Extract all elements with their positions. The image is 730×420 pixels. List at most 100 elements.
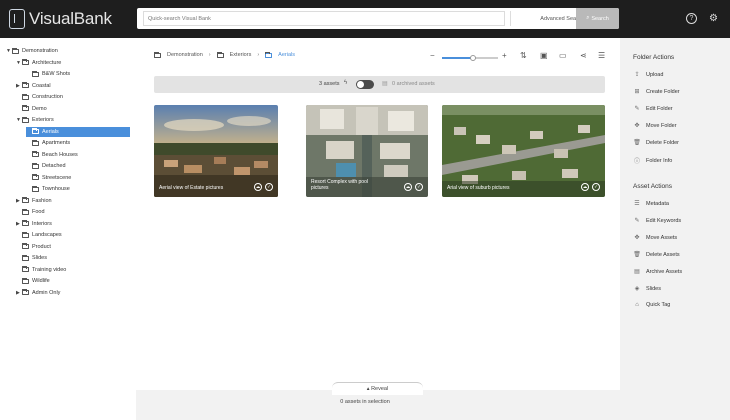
action-archive-assets[interactable]: ▤ Archive Assets [633, 268, 683, 276]
action-label: Edit Folder [646, 105, 673, 112]
action-label: Move Folder [646, 122, 677, 129]
tree-node[interactable]: Wildlife [16, 276, 50, 286]
tree-node[interactable]: ▶ Fashion [16, 196, 52, 206]
tree-node-label: Landscapes [32, 232, 62, 238]
folder-actions-title: Folder Actions [633, 54, 675, 61]
tree-node[interactable]: Apartments [26, 138, 70, 148]
slideshow-icon[interactable]: ▣ [540, 51, 548, 60]
menu-icon[interactable]: ☰ [598, 51, 605, 60]
folder-tree: ▼ Demonstration ▼ Architecture B&W Shots ▶ Coa… [0, 38, 136, 420]
action-slides[interactable]: ◈ Slides [633, 285, 661, 293]
check-icon[interactable]: ✓ [265, 183, 273, 191]
asset-card[interactable]: Aerial view of Estate pictures ☁ ✓ [154, 105, 278, 197]
logo[interactable]: VisualBank [9, 8, 112, 30]
tree-node[interactable]: Slides [16, 253, 47, 263]
tree-node-label: Interiors [32, 220, 52, 227]
tree-node[interactable]: ▼ Architecture [16, 58, 61, 68]
download-icon[interactable]: ☁ [581, 183, 589, 191]
slides-icon: ◈ [634, 286, 640, 292]
tree-node[interactable]: Product [16, 242, 51, 252]
tree-node[interactable]: Streetscene [26, 173, 71, 183]
action-upload[interactable]: ⇪ Upload [633, 71, 663, 79]
tree-node[interactable]: B&W Shots [26, 69, 70, 79]
folder-icon [22, 277, 29, 284]
action-label: Move Assets [646, 234, 678, 241]
tree-node[interactable]: Training video [16, 265, 66, 275]
folder-icon [22, 266, 29, 272]
folder-icon [22, 116, 29, 123]
trash-icon: 🗑 [633, 252, 641, 258]
folder-icon [22, 208, 29, 215]
chevron-up-icon: ▴ [366, 386, 370, 392]
tree-node[interactable]: ▼ Exteriors [16, 115, 54, 125]
bolt-icon: ϟ [344, 80, 348, 86]
tree-node[interactable]: Aerials [26, 126, 130, 137]
action-quick-tag[interactable]: ⌂ Quick Tag [633, 302, 670, 308]
check-icon[interactable]: ✓ [415, 183, 423, 191]
zoom-out-icon[interactable]: − [430, 51, 435, 60]
search-icon: ⌕ [586, 15, 590, 21]
app-header: VisualBank Advanced Search ⌕ Search ? ⚙ [0, 0, 730, 38]
zoom-slider[interactable] [442, 55, 498, 61]
gear-icon[interactable]: ⚙ [708, 13, 719, 24]
action-edit-keywords[interactable]: ✎ Edit Keywords [633, 217, 682, 225]
breadcrumb-item[interactable]: Exteriors [230, 52, 252, 58]
action-move-assets[interactable]: ✥ Move Assets [633, 234, 678, 242]
tree-node[interactable]: Landscapes [16, 230, 62, 240]
action-move-folder[interactable]: ✥ Move Folder [633, 122, 677, 130]
monitor-icon[interactable]: ▭ [559, 51, 567, 60]
reveal-button[interactable]: ▴ Reveal [332, 382, 423, 395]
check-icon[interactable]: ✓ [592, 183, 600, 191]
pencil-icon: ✎ [634, 106, 640, 112]
tree-node[interactable]: ▼ Demonstration [6, 46, 58, 56]
folder-icon [32, 174, 39, 180]
action-delete-assets[interactable]: 🗑 Delete Assets [633, 251, 680, 259]
search-button[interactable]: ⌕ Search [576, 8, 619, 29]
asset-bar: 3 assets ϟ ▤ 0 archived assets [154, 76, 605, 93]
tree-node[interactable]: Townhouse [26, 184, 70, 194]
tree-node[interactable]: Food [16, 207, 45, 217]
tree-node-label: Beach Houses [42, 151, 78, 158]
tree-node-label: B&W Shots [42, 71, 71, 77]
action-label: Archive Assets [646, 268, 683, 275]
list-icon: ☰ [634, 201, 640, 207]
tree-node[interactable]: Beach Houses [26, 150, 78, 160]
share-icon[interactable]: ⋖ [580, 51, 587, 60]
action-label: Delete Folder [646, 139, 680, 146]
action-create-folder[interactable]: ⊞ Create Folder [633, 88, 679, 96]
folder-icon [32, 128, 39, 134]
tree-node[interactable]: Construction [16, 92, 63, 102]
action-edit-folder[interactable]: ✎ Edit Folder [633, 105, 673, 113]
tree-node-label: Fashion [32, 197, 52, 204]
main-content: Demonstration › Exteriors › Aerials − + … [136, 38, 620, 390]
zoom-slider-fill [442, 57, 473, 59]
download-icon[interactable]: ☁ [404, 183, 412, 191]
action-folder-info[interactable]: ⓘ Folder Info [633, 156, 672, 166]
asset-card[interactable]: Arial view of suburb pictures ☁ ✓ [442, 105, 605, 197]
help-icon[interactable]: ? [686, 13, 697, 24]
folder-icon [22, 254, 29, 261]
tree-node-label: Apartments [42, 140, 71, 146]
folder-icon [12, 47, 19, 54]
zoom-in-icon[interactable]: + [502, 51, 507, 60]
zoom-slider-knob[interactable] [469, 55, 476, 61]
action-label: Delete Assets [646, 251, 680, 258]
action-delete-folder[interactable]: 🗑 Delete Folder [633, 139, 680, 147]
folder-icon [22, 105, 29, 111]
breadcrumb-item[interactable]: Demonstration [167, 52, 203, 58]
logo-text: VisualBank [29, 9, 112, 28]
tree-node[interactable]: ▶ Coastal [16, 81, 51, 91]
action-label: Edit Keywords [646, 217, 682, 224]
tree-node[interactable]: Demo [16, 104, 47, 114]
archived-toggle[interactable] [356, 80, 374, 89]
tree-node[interactable]: ▶ Interiors [16, 219, 52, 229]
search-input[interactable] [143, 11, 505, 26]
download-icon[interactable]: ☁ [254, 183, 262, 191]
tree-node[interactable]: Detached [26, 161, 66, 171]
archive-icon: ▤ [634, 269, 640, 275]
tree-node[interactable]: ▶ Admin Only [16, 288, 60, 298]
asset-card[interactable]: Resort Complex with pool pictures ☁ ✓ [306, 105, 428, 197]
folder-icon [32, 139, 39, 146]
action-metadata[interactable]: ☰ Metadata [633, 200, 669, 208]
sort-icon[interactable]: ⇅ [520, 51, 527, 60]
